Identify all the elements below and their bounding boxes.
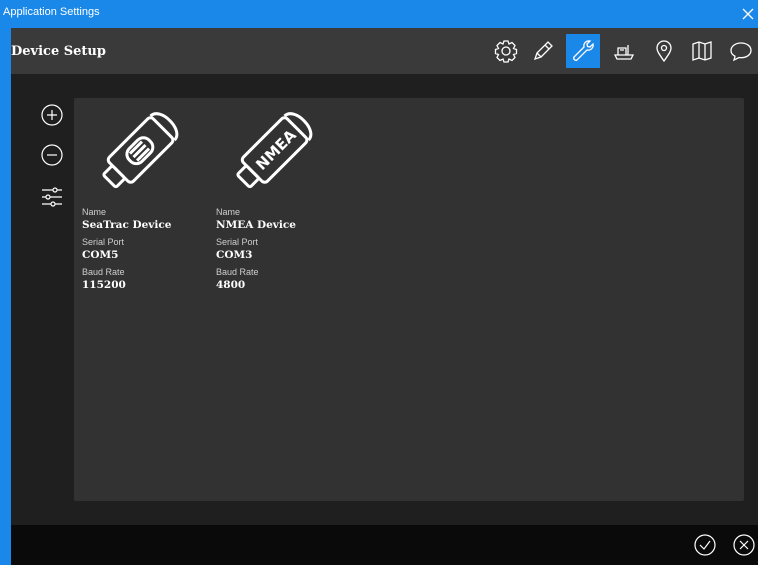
baud-rate-label: Baud Rate [82, 267, 125, 277]
close-icon [742, 8, 754, 20]
settings-window: Application Settings Device Setup Name S… [0, 0, 758, 565]
configure-device-button[interactable] [39, 184, 65, 210]
serial-port-label: Serial Port [216, 237, 259, 247]
close-circle-icon [733, 534, 755, 556]
baud-rate-value: 115200 [82, 279, 126, 291]
sliders-icon [42, 187, 62, 207]
check-circle-icon [694, 534, 716, 556]
window-left-border [0, 28, 11, 565]
tab-general-settings[interactable] [489, 34, 523, 68]
tab-vessel[interactable] [607, 34, 641, 68]
wrench-icon [573, 40, 594, 61]
cancel-button[interactable] [732, 533, 756, 557]
serial-port-label: Serial Port [82, 237, 125, 247]
vessel-icon [613, 45, 635, 60]
device-list: Name SeaTrac Device Serial Port COM5 Bau… [74, 98, 744, 501]
tab-messages[interactable] [724, 34, 758, 68]
device-card[interactable]: Name SeaTrac Device Serial Port COM5 Bau… [82, 102, 212, 292]
device-card[interactable]: NMEA Name NMEA Device Serial Port COM3 B… [216, 102, 346, 292]
footer-bar [11, 525, 758, 565]
nmea-badge-text: NMEA [252, 126, 300, 174]
map-icon [692, 41, 712, 61]
close-window-button[interactable] [738, 4, 758, 24]
device-name: SeaTrac Device [82, 219, 172, 231]
serial-port-value: COM5 [82, 249, 119, 261]
device-name-label: Name [216, 207, 241, 217]
baud-rate-value: 4800 [216, 279, 246, 291]
tab-device-setup[interactable] [566, 34, 600, 68]
minus-circle-icon [41, 144, 63, 166]
tab-locations[interactable] [647, 34, 681, 68]
tab-maps[interactable] [685, 34, 719, 68]
nmea-device-icon: NMEA [236, 112, 313, 189]
serial-port-value: COM3 [216, 249, 253, 261]
remove-device-button[interactable] [39, 142, 65, 168]
baud-rate-label: Baud Rate [216, 267, 259, 277]
tab-edit[interactable] [526, 34, 560, 68]
seatrac-device-icon [102, 112, 179, 189]
chat-icon [730, 42, 752, 62]
title-bar: Application Settings [0, 0, 758, 28]
page-title: Device Setup [11, 44, 106, 59]
device-name-label: Name [82, 207, 107, 217]
add-device-button[interactable] [39, 102, 65, 128]
device-name: NMEA Device [216, 219, 296, 231]
pen-icon [533, 41, 553, 61]
window-title: Application Settings [3, 6, 100, 18]
confirm-button[interactable] [693, 533, 717, 557]
content-area: Name SeaTrac Device Serial Port COM5 Bau… [11, 74, 758, 525]
gear-icon [494, 40, 518, 63]
plus-circle-icon [41, 104, 63, 126]
page-header: Device Setup [11, 28, 758, 74]
location-pin-icon [656, 40, 672, 63]
